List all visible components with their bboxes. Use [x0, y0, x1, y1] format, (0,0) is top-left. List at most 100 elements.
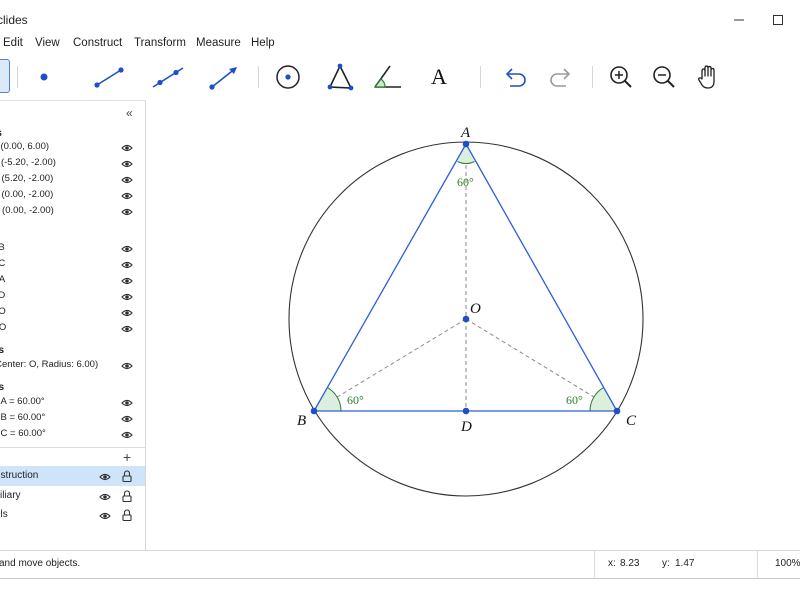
- point-row[interactable]: A (0.00, 6.00): [0, 140, 145, 156]
- point-row-label: D (0.00, -2.00): [0, 189, 54, 200]
- visibility-eye-icon[interactable]: [121, 292, 133, 302]
- line-tool-button[interactable]: [151, 60, 185, 94]
- visibility-eye-icon[interactable]: [121, 324, 133, 334]
- layer-row[interactable]: ciliary: [0, 486, 145, 506]
- zoom-in-button[interactable]: [604, 60, 638, 94]
- toolbar-divider: [592, 66, 593, 88]
- layers-header: +: [0, 447, 145, 468]
- angle-row[interactable]: ∠A = 60.00°: [0, 395, 145, 411]
- visibility-eye-icon[interactable]: [121, 143, 133, 153]
- line-icon: [152, 67, 184, 88]
- layer-visibility-eye-icon[interactable]: [99, 492, 111, 502]
- point-row[interactable]: C (5.20, -2.00): [0, 172, 145, 188]
- ray-tool-button[interactable]: [207, 60, 241, 94]
- layer-name: ciliary: [0, 490, 21, 501]
- point-c[interactable]: [613, 407, 621, 415]
- geometry-figure: A B C D O 60° 60° 60°: [288, 125, 644, 497]
- visibility-eye-icon[interactable]: [121, 276, 133, 286]
- visibility-eye-icon[interactable]: [121, 207, 133, 217]
- layer-row[interactable]: els: [0, 505, 145, 525]
- toolbar-divider: [480, 66, 481, 88]
- point-row[interactable]: O (0.00, -2.00): [0, 204, 145, 220]
- zoom-level: 100%: [775, 558, 800, 569]
- redo-button[interactable]: [544, 60, 578, 94]
- point-icon: [40, 73, 48, 81]
- menu-view[interactable]: View: [35, 37, 60, 49]
- menu-construct[interactable]: Construct: [73, 37, 122, 49]
- point-row-label: B (-5.20, -2.00): [0, 157, 56, 168]
- angle-b-fill: [314, 387, 341, 411]
- text-tool-button[interactable]: A: [422, 60, 456, 94]
- toolbar-divider: [258, 66, 259, 88]
- collapse-panel-button[interactable]: «: [126, 106, 133, 120]
- segment-row[interactable]: BC: [0, 257, 145, 273]
- undo-icon: [505, 68, 526, 87]
- status-bar: and move objects. x: 8.23 y: 1.47 100%: [0, 550, 800, 578]
- circle-tool-button[interactable]: [271, 60, 305, 94]
- zoom-out-icon: [653, 66, 675, 88]
- point-row[interactable]: D (0.00, -2.00): [0, 188, 145, 204]
- label-b: B: [297, 413, 306, 429]
- circle-row[interactable]: (Center: O, Radius: 6.00): [0, 358, 145, 374]
- segment-row-label: BC: [0, 258, 5, 269]
- layer-row[interactable]: nstruction: [0, 466, 145, 486]
- layer-lock-icon[interactable]: [122, 470, 132, 482]
- window-title: clides: [0, 13, 28, 27]
- visibility-eye-icon[interactable]: [121, 244, 133, 254]
- visibility-eye-icon[interactable]: [121, 260, 133, 270]
- label-o: O: [470, 301, 481, 317]
- layer-visibility-eye-icon[interactable]: [99, 511, 111, 521]
- point-d[interactable]: [462, 407, 470, 415]
- visibility-eye-icon[interactable]: [121, 398, 133, 408]
- angle-tool-button[interactable]: [370, 60, 404, 94]
- layer-name: nstruction: [0, 470, 39, 481]
- maximize-icon[interactable]: [768, 10, 788, 30]
- add-layer-button[interactable]: +: [123, 449, 131, 465]
- menu-transform[interactable]: Transform: [134, 37, 186, 49]
- point-b[interactable]: [310, 407, 318, 415]
- layer-visibility-eye-icon[interactable]: [99, 472, 111, 482]
- segment-row[interactable]: BO: [0, 305, 145, 321]
- point-tool-button[interactable]: [27, 60, 61, 94]
- menu-measure[interactable]: Measure: [196, 37, 241, 49]
- y-coord-value: 1.47: [675, 558, 695, 569]
- visibility-eye-icon[interactable]: [121, 308, 133, 318]
- hand-icon: [697, 65, 715, 89]
- layer-lock-icon[interactable]: [122, 509, 132, 521]
- visibility-eye-icon[interactable]: [121, 175, 133, 185]
- segment-row[interactable]: CA: [0, 273, 145, 289]
- point-row-label: C (5.20, -2.00): [0, 173, 54, 184]
- angle-row[interactable]: ∠B = 60.00°: [0, 411, 145, 427]
- point-o[interactable]: [462, 315, 470, 323]
- angle-row-label: ∠B = 60.00°: [0, 412, 46, 423]
- select-tool-button[interactable]: [0, 59, 10, 93]
- title-bar: clides: [0, 4, 800, 34]
- segment-tool-button[interactable]: [92, 60, 126, 94]
- undo-button[interactable]: [498, 60, 532, 94]
- menu-edit[interactable]: Edit: [3, 37, 23, 49]
- segment-row-label: CO: [0, 322, 6, 333]
- minimize-icon[interactable]: [729, 10, 749, 30]
- menu-help[interactable]: Help: [251, 37, 275, 49]
- point-row[interactable]: B (-5.20, -2.00): [0, 156, 145, 172]
- point-a[interactable]: [462, 140, 470, 148]
- angle-row[interactable]: ∠C = 60.00°: [0, 427, 145, 443]
- visibility-eye-icon[interactable]: [121, 191, 133, 201]
- angle-row-label: ∠C = 60.00°: [0, 428, 46, 439]
- visibility-eye-icon[interactable]: [121, 159, 133, 169]
- layer-lock-icon[interactable]: [122, 490, 132, 502]
- ray-icon: [209, 67, 237, 90]
- pan-button[interactable]: [691, 60, 725, 94]
- segment-row-label: CA: [0, 274, 5, 285]
- visibility-eye-icon[interactable]: [121, 430, 133, 440]
- visibility-eye-icon[interactable]: [121, 414, 133, 424]
- segment-row[interactable]: AB: [0, 241, 145, 257]
- drawing-canvas[interactable]: A B C D O 60° 60° 60°: [146, 100, 800, 550]
- polygon-tool-button[interactable]: [323, 60, 357, 94]
- menu-bar: Edit View Construct Transform Measure He…: [0, 34, 800, 54]
- segment-row[interactable]: AD: [0, 289, 145, 305]
- segment-row[interactable]: CO: [0, 321, 145, 337]
- visibility-eye-icon[interactable]: [121, 361, 133, 371]
- zoom-out-button[interactable]: [647, 60, 681, 94]
- app-window: clides Edit View Construct Transform Mea…: [0, 0, 800, 579]
